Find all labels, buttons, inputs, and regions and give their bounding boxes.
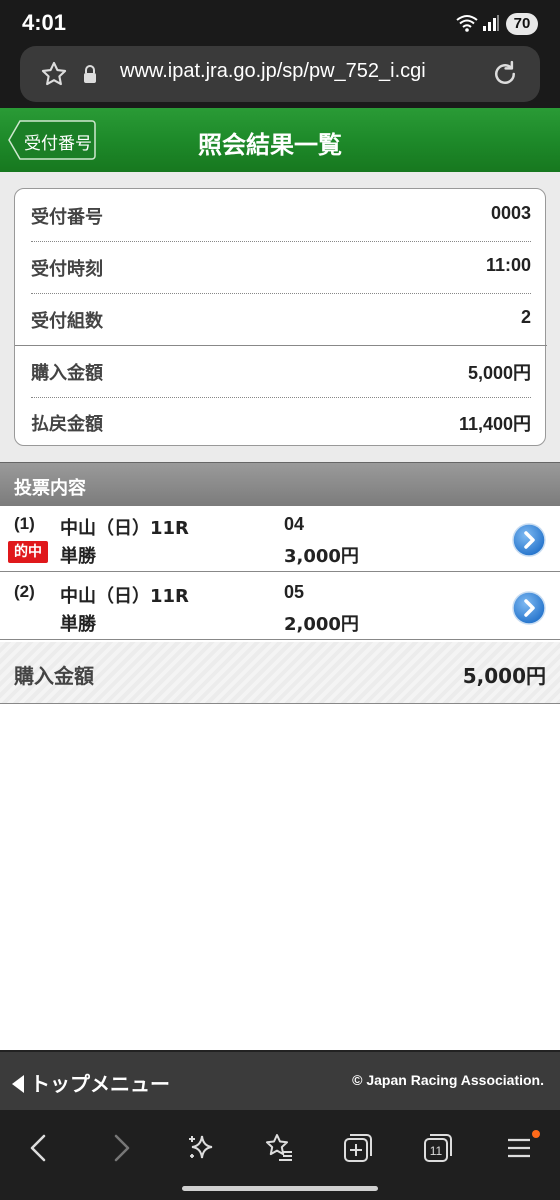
hit-badge: 的中	[8, 541, 48, 563]
web-page: 受付番号 照会結果一覧 受付番号 0003 受付時刻 11:00 受付組数 2 …	[0, 108, 560, 1050]
tab-count: 11	[430, 1144, 443, 1158]
summary-label: 購入金額	[31, 363, 103, 384]
summary-label: 受付番号	[31, 207, 103, 228]
wifi-icon	[456, 14, 478, 36]
lock-icon	[82, 64, 98, 88]
new-tab-icon[interactable]	[338, 1128, 378, 1168]
back-nav-icon[interactable]	[20, 1128, 60, 1168]
page-footer: トップメニュー © Japan Racing Association.	[0, 1050, 560, 1110]
sparkle-icon[interactable]	[180, 1128, 220, 1168]
ticket-horse-number: 04	[284, 514, 305, 534]
cellular-signal-icon	[482, 14, 500, 36]
total-purchase-row: 購入金額 5,000円	[0, 642, 560, 704]
summary-label: 受付組数	[31, 311, 103, 332]
top-menu-link[interactable]: トップメニュー	[12, 1068, 170, 1097]
summary-value: 11,400円	[458, 414, 531, 434]
bookmarks-icon[interactable]	[259, 1128, 299, 1168]
summary-row-receipt-time: 受付時刻 11:00	[31, 241, 531, 293]
summary-row-set-count: 受付組数 2	[31, 293, 531, 345]
home-indicator[interactable]	[182, 1186, 378, 1191]
summary-value: 5,000円	[467, 363, 531, 383]
summary-value: 0003	[490, 203, 531, 223]
ticket-bet-type: 単勝	[60, 614, 96, 635]
summary-row-payout-amount: 払戻金額 11,400円	[31, 396, 531, 448]
ticket-race: 中山（日）11R	[60, 518, 189, 539]
tabs-icon[interactable]: 11	[418, 1128, 458, 1168]
address-bar[interactable]: www.ipat.jra.go.jp/sp/pw_752_i.cgi	[20, 46, 540, 102]
forward-nav-icon[interactable]	[100, 1128, 140, 1168]
total-value: 5,000円	[462, 664, 546, 688]
ticket-row[interactable]: (2) 中山（日）11R 単勝 05 2,000円	[0, 574, 560, 640]
reload-icon[interactable]	[490, 59, 520, 93]
ticket-amount: 3,000円	[284, 546, 359, 567]
summary-row-purchase-amount: 購入金額 5,000円	[31, 345, 531, 397]
menu-icon[interactable]	[498, 1128, 540, 1168]
page-header: 受付番号 照会結果一覧	[0, 108, 560, 172]
chevron-right-icon[interactable]	[512, 591, 546, 625]
status-bar: 4:01 70	[0, 0, 560, 46]
section-header: 投票内容	[0, 462, 560, 506]
chevron-right-icon[interactable]	[512, 523, 546, 557]
address-bar-area: www.ipat.jra.go.jp/sp/pw_752_i.cgi	[0, 46, 560, 108]
summary-label: 払戻金額	[31, 414, 103, 435]
status-time: 4:01	[22, 10, 67, 35]
triangle-left-icon	[12, 1075, 24, 1093]
summary-label: 受付時刻	[31, 259, 103, 280]
section-title: 投票内容	[14, 478, 86, 499]
ticket-row[interactable]: (1) 的中 中山（日）11R 単勝 04 3,000円	[0, 506, 560, 572]
page-title: 照会結果一覧	[198, 131, 342, 159]
ticket-race: 中山（日）11R	[60, 586, 189, 607]
summary-card: 受付番号 0003 受付時刻 11:00 受付組数 2 購入金額 5,000円 …	[14, 188, 547, 448]
ticket-bet-type: 単勝	[60, 546, 96, 567]
ticket-horse-number: 05	[284, 582, 305, 602]
total-label: 購入金額	[14, 664, 94, 688]
copyright: © Japan Racing Association.	[352, 1072, 544, 1088]
ticket-index: (1)	[14, 514, 35, 533]
ticket-amount: 2,000円	[284, 614, 359, 635]
ticket-index: (2)	[14, 582, 35, 601]
bookmark-star-icon[interactable]	[40, 60, 68, 92]
summary-row-receipt-number: 受付番号 0003	[31, 189, 531, 241]
summary-value: 11:00	[485, 255, 531, 275]
summary-value: 2	[520, 307, 531, 327]
top-menu-label: トップメニュー	[30, 1072, 170, 1096]
battery-indicator: 70	[506, 13, 538, 35]
url-text[interactable]: www.ipat.jra.go.jp/sp/pw_752_i.cgi	[120, 60, 426, 83]
